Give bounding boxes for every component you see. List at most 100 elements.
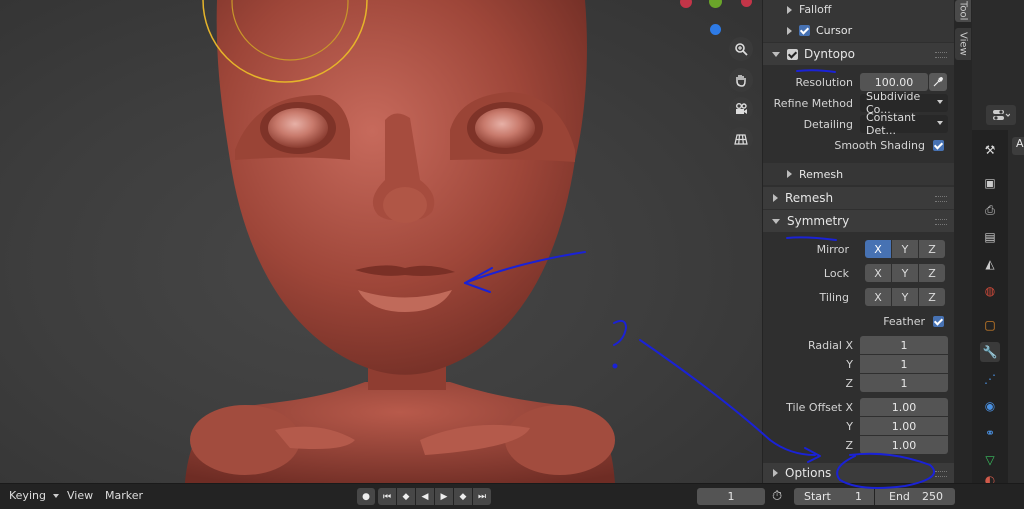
remesh-label: Remesh bbox=[785, 191, 834, 205]
remesh-header[interactable]: Remesh bbox=[763, 187, 955, 209]
lock-z-toggle[interactable]: Z bbox=[919, 264, 945, 282]
lock-y-toggle[interactable]: Y bbox=[892, 264, 918, 282]
drag-grip-icon[interactable] bbox=[935, 219, 947, 225]
keying-menu[interactable]: Keying bbox=[9, 489, 60, 502]
tiling-y-toggle[interactable]: Y bbox=[892, 288, 918, 306]
drag-grip-icon[interactable] bbox=[935, 471, 947, 477]
jump-start-icon[interactable]: ⏮ bbox=[378, 488, 396, 505]
view-menu[interactable]: View bbox=[67, 489, 93, 502]
hand-icon[interactable] bbox=[729, 68, 753, 92]
grid-icon[interactable] bbox=[729, 127, 753, 151]
radial-z-field[interactable]: 1 bbox=[860, 374, 948, 392]
eyedropper-button[interactable] bbox=[929, 73, 947, 91]
editor-type-button[interactable] bbox=[986, 105, 1016, 125]
tile-offset-y-label: Y bbox=[846, 420, 853, 433]
end-label: End bbox=[889, 490, 910, 503]
expand-arrow-icon bbox=[787, 5, 792, 14]
lock-label: Lock bbox=[823, 267, 849, 280]
refine-method-dropdown[interactable]: Subdivide Co... bbox=[860, 90, 948, 116]
properties-search-field[interactable]: A bbox=[1012, 137, 1024, 155]
radial-z-label: Z bbox=[845, 377, 853, 390]
radial-x-field[interactable]: 1 bbox=[860, 336, 948, 354]
tab-view[interactable]: View bbox=[955, 28, 971, 60]
detailing-dropdown[interactable]: Constant Det... bbox=[860, 111, 948, 137]
drag-grip-icon[interactable] bbox=[935, 52, 947, 58]
falloff-label: Falloff bbox=[799, 3, 832, 16]
dyntopo-checkbox[interactable] bbox=[787, 48, 798, 60]
resolution-field[interactable]: 100.00 bbox=[860, 73, 928, 91]
dyntopo-label: Dyntopo bbox=[804, 47, 855, 61]
keying-label: Keying bbox=[9, 489, 46, 502]
drag-grip-icon[interactable] bbox=[935, 196, 947, 202]
properties-tabs: ⚒ ▣ ⎙ ▤ ◭ ◍ ▢ 🔧 ⋰ ◉ ⚭ ▽ ◐ bbox=[972, 130, 1008, 487]
3d-viewport[interactable] bbox=[0, 0, 762, 483]
tile-offset-x-label: Tile Offset X bbox=[786, 401, 853, 414]
timeline-header: Keying View Marker ● ⏮ ◆ ◀ ▶ ◆ ⏭ 1 ⏱ Sta… bbox=[0, 483, 1024, 509]
tile-offset-y-field[interactable]: 1.00 bbox=[860, 417, 948, 435]
feather-checkbox[interactable] bbox=[933, 316, 944, 327]
tile-offset-z-label: Z bbox=[845, 439, 853, 452]
start-label: Start bbox=[804, 490, 831, 503]
sculpt-model bbox=[185, 0, 615, 483]
magnifier-icon[interactable] bbox=[729, 37, 753, 61]
lock-x-toggle[interactable]: X bbox=[865, 264, 891, 282]
mirror-y-toggle[interactable]: Y bbox=[892, 240, 918, 258]
expand-arrow-icon bbox=[787, 170, 792, 178]
view-layer-icon[interactable]: ▤ bbox=[980, 227, 1000, 247]
tool-settings-panel: Falloff Cursor Dyntopo Resolution 100.00… bbox=[762, 0, 955, 483]
world-properties-icon[interactable]: ◍ bbox=[980, 281, 1000, 301]
record-icon[interactable]: ● bbox=[357, 488, 375, 505]
falloff-subpanel[interactable]: Falloff bbox=[763, 0, 955, 19]
collapse-arrow-icon bbox=[772, 51, 780, 57]
detailing-label: Detailing bbox=[803, 118, 853, 131]
tool-properties-icon[interactable]: ⚒ bbox=[980, 140, 1000, 160]
prev-keyframe-icon[interactable]: ◆ bbox=[397, 488, 415, 505]
scene-properties-icon[interactable]: ◭ bbox=[980, 254, 1000, 274]
remesh-subpanel[interactable]: Remesh bbox=[763, 163, 955, 185]
symmetry-label: Symmetry bbox=[787, 214, 850, 228]
gizmo-z-axis[interactable] bbox=[710, 24, 721, 35]
camera-icon[interactable] bbox=[729, 97, 753, 121]
tiling-z-toggle[interactable]: Z bbox=[919, 288, 945, 306]
end-frame-field[interactable]: End 250 bbox=[875, 488, 955, 505]
tiling-label: Tiling bbox=[819, 291, 849, 304]
remesh-sub-label: Remesh bbox=[799, 167, 844, 181]
properties-partial-label: A bbox=[1016, 137, 1024, 150]
options-header[interactable]: Options bbox=[763, 463, 955, 483]
play-reverse-icon[interactable]: ◀ bbox=[416, 488, 434, 505]
modifier-properties-icon[interactable]: 🔧 bbox=[980, 342, 1000, 362]
particles-icon[interactable]: ⋰ bbox=[980, 369, 1000, 389]
stopwatch-icon[interactable]: ⏱ bbox=[772, 489, 788, 505]
tab-tool[interactable]: Tool bbox=[955, 0, 971, 22]
marker-menu[interactable]: Marker bbox=[105, 489, 143, 502]
tile-offset-z-field[interactable]: 1.00 bbox=[860, 436, 948, 454]
mirror-x-toggle[interactable]: X bbox=[865, 240, 891, 258]
constraints-icon[interactable]: ⚭ bbox=[980, 423, 1000, 443]
object-properties-icon[interactable]: ▢ bbox=[980, 315, 1000, 335]
smooth-shading-label: Smooth Shading bbox=[834, 139, 925, 152]
start-frame-field[interactable]: Start 1 bbox=[794, 488, 874, 505]
detailing-value: Constant Det... bbox=[866, 111, 916, 137]
tile-offset-x-field[interactable]: 1.00 bbox=[860, 398, 948, 416]
tiling-x-toggle[interactable]: X bbox=[865, 288, 891, 306]
cursor-checkbox[interactable] bbox=[799, 25, 810, 36]
object-data-icon[interactable]: ▽ bbox=[980, 450, 1000, 470]
mirror-z-toggle[interactable]: Z bbox=[919, 240, 945, 258]
output-properties-icon[interactable]: ⎙ bbox=[980, 200, 1000, 220]
physics-icon[interactable]: ◉ bbox=[980, 396, 1000, 416]
refine-method-label: Refine Method bbox=[773, 97, 853, 110]
radial-y-label: Y bbox=[846, 358, 853, 371]
dyntopo-header[interactable]: Dyntopo bbox=[763, 43, 955, 65]
render-properties-icon[interactable]: ▣ bbox=[980, 173, 1000, 193]
radial-y-field[interactable]: 1 bbox=[860, 355, 948, 373]
symmetry-header[interactable]: Symmetry bbox=[763, 210, 955, 232]
collapse-arrow-icon bbox=[772, 218, 780, 224]
play-icon[interactable]: ▶ bbox=[435, 488, 453, 505]
cursor-subpanel[interactable]: Cursor bbox=[763, 19, 955, 42]
jump-end-icon[interactable]: ⏭ bbox=[473, 488, 491, 505]
end-value: 250 bbox=[922, 490, 943, 503]
next-keyframe-icon[interactable]: ◆ bbox=[454, 488, 472, 505]
smooth-shading-checkbox[interactable] bbox=[933, 140, 944, 151]
current-frame-field[interactable]: 1 bbox=[697, 488, 765, 505]
expand-arrow-icon bbox=[787, 26, 792, 35]
